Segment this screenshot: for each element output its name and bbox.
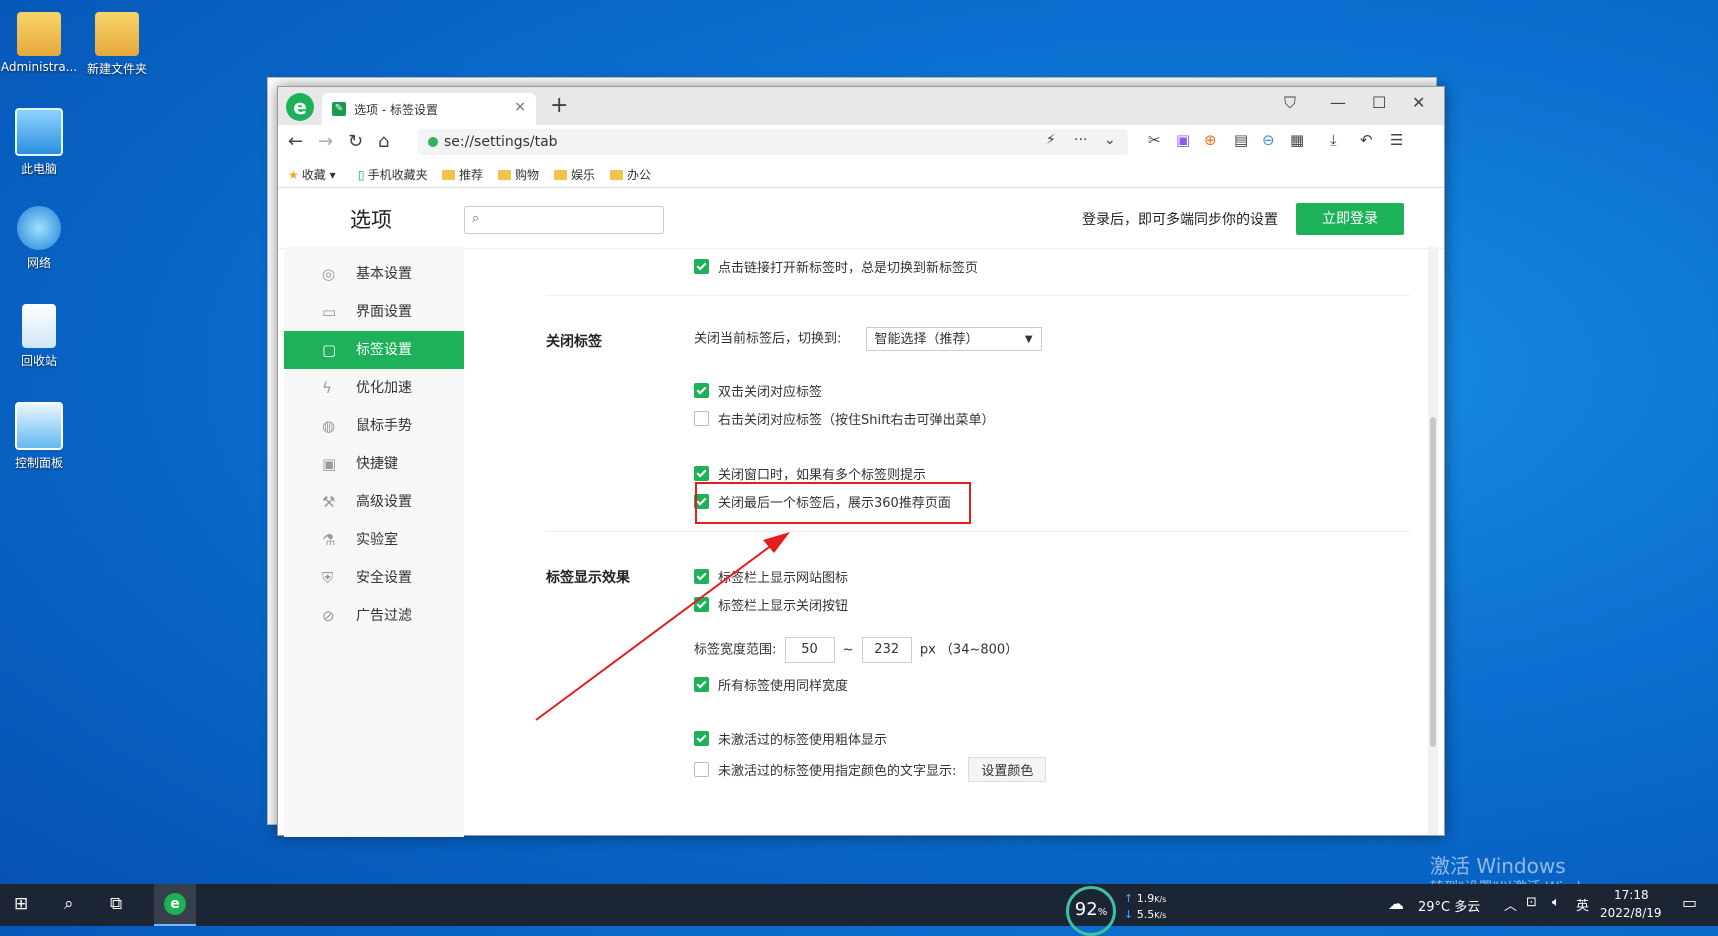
net-up: ↑ 1.9K/s	[1124, 892, 1167, 905]
ime-indicator[interactable]: 英	[1576, 895, 1589, 914]
volume-icon[interactable]: 🔈︎	[1552, 895, 1560, 910]
annotation-arrow	[535, 532, 790, 721]
network-tray-icon[interactable]: ⊡	[1526, 895, 1537, 910]
arrow-up-icon: ↑	[1124, 892, 1134, 905]
weather-text[interactable]: 29°C 多云	[1418, 896, 1480, 915]
arrow-down-icon: ↓	[1124, 908, 1134, 921]
search-icon[interactable]: ⌕	[64, 894, 74, 914]
browser-logo-icon: e	[164, 893, 186, 915]
clock-time[interactable]: 17:18	[1614, 888, 1649, 902]
clock-date[interactable]: 2022/8/19	[1600, 906, 1662, 920]
taskbar: ⊞ ⌕ ⧉ e 92% ↑ 1.9K/s ↓ 5.5K/s ☁ 29°C 多云 …	[0, 884, 1718, 936]
windows-start-icon[interactable]: ⊞	[14, 894, 28, 914]
weather-icon[interactable]: ☁	[1388, 894, 1404, 913]
tray-chevron-up-icon[interactable]: ︿	[1504, 895, 1517, 914]
activate-windows-title: 激活 Windows	[1430, 854, 1566, 878]
cpu-gauge[interactable]: 92%	[1066, 886, 1116, 936]
taskbar-browser-button[interactable]: e	[154, 884, 196, 926]
net-down: ↓ 5.5K/s	[1124, 908, 1167, 921]
notification-icon[interactable]: ▭	[1682, 893, 1697, 912]
task-view-icon[interactable]: ⧉	[110, 894, 122, 914]
